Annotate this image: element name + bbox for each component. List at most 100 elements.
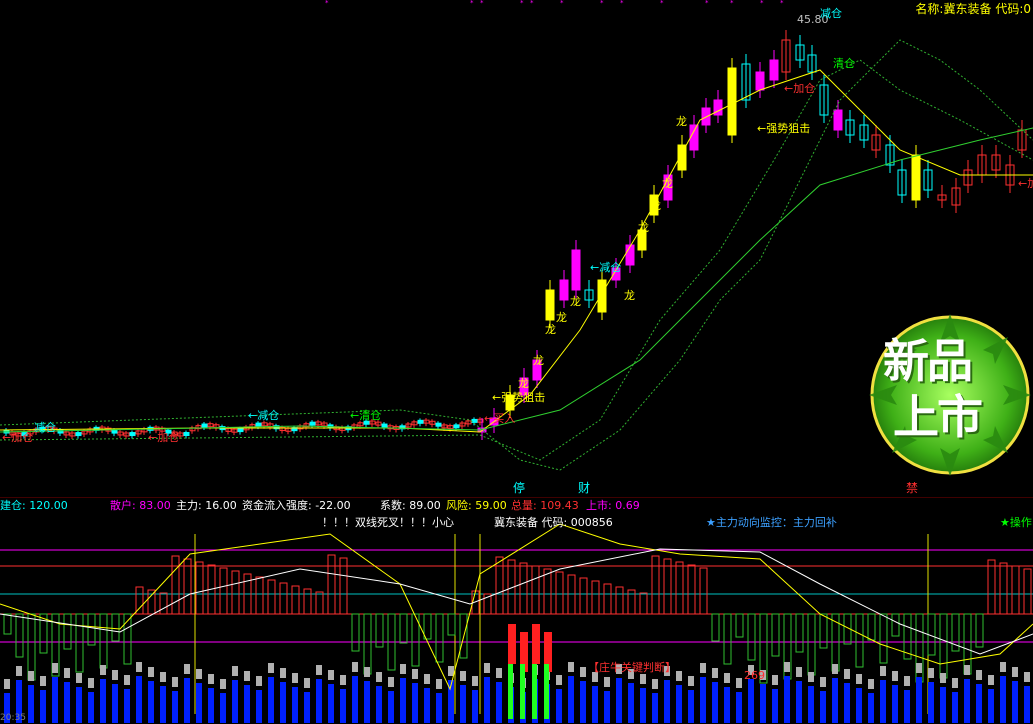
- volume-top-bar: [484, 663, 490, 673]
- green-histogram-bar: [723, 613, 732, 665]
- volume-bar: [412, 683, 418, 723]
- volume-top-bar: [388, 677, 394, 687]
- candle-body: [183, 432, 190, 437]
- volume-bar: [148, 681, 154, 723]
- red-histogram-bar: [195, 561, 204, 615]
- green-histogram-bar: [711, 613, 720, 642]
- volume-bar: [640, 688, 646, 723]
- zongliang-value: 总量: 109.43: [511, 499, 579, 512]
- volume-bar: [844, 683, 850, 723]
- volume-bar: [88, 692, 94, 723]
- volume-bar: [940, 687, 946, 723]
- volume-bar: [184, 678, 190, 723]
- volume-top-bar: [220, 679, 226, 689]
- long-label: 龙: [518, 377, 529, 390]
- volume-top-bar: [280, 668, 286, 678]
- long-label: 龙: [570, 295, 581, 308]
- volume-bar: [688, 690, 694, 723]
- long-label: 龙: [650, 199, 661, 212]
- volume-bar: [160, 686, 166, 723]
- volume-top-bar: [880, 666, 886, 676]
- red-histogram-bar: [531, 565, 540, 615]
- code-label: 代码:: [995, 2, 1024, 16]
- red-histogram-bar: [639, 592, 648, 615]
- volume-bar: [988, 689, 994, 723]
- volume-top-bar: [148, 667, 154, 677]
- sub-value-label: 269: [744, 669, 765, 682]
- volume-bar: [784, 676, 790, 723]
- volume-bar: [376, 686, 382, 723]
- red-histogram-bar: [579, 577, 588, 615]
- volume-bar: [388, 691, 394, 723]
- volume-bar: [880, 680, 886, 723]
- green-histogram-bar: [99, 613, 108, 669]
- annotation-jiacang-right: ←加仓: [1018, 177, 1033, 190]
- name-label: 名称:: [915, 2, 944, 16]
- volume-top-bar: [784, 662, 790, 672]
- ting-marker: 停: [513, 481, 526, 495]
- red-histogram-bar: [1023, 568, 1032, 615]
- volume-top-bar: [676, 671, 682, 681]
- green-histogram-bar: [747, 613, 756, 661]
- volume-bar: [808, 686, 814, 723]
- volume-top-bar: [124, 675, 130, 685]
- green-histogram-bar: [111, 613, 120, 642]
- green-force-bar: [520, 664, 525, 719]
- volume-top-bar: [136, 662, 142, 672]
- red-histogram-bar: [279, 582, 288, 615]
- volume-bar: [832, 678, 838, 723]
- volume-top-bar: [604, 677, 610, 687]
- green-histogram-bar: [891, 613, 900, 637]
- indicator-subchart[interactable]: [0, 514, 1033, 723]
- annotation-qingcang-top: 清仓: [833, 57, 855, 70]
- volume-top-bar: [292, 673, 298, 683]
- volume-top-bar: [364, 667, 370, 677]
- volume-top-bar: [472, 676, 478, 686]
- green-histogram-bar: [807, 613, 816, 676]
- red-histogram-bar: [615, 586, 624, 615]
- candle-body: [597, 279, 607, 313]
- annotation-qingcang-left: ←清仓: [350, 409, 382, 422]
- volume-bar: [244, 685, 250, 723]
- volume-bar: [568, 676, 574, 723]
- red-histogram-bar: [135, 586, 144, 615]
- red-histogram-bar: [267, 579, 276, 615]
- volume-bar: [352, 676, 358, 723]
- long-label: 龙: [624, 289, 635, 302]
- volume-bar: [124, 689, 130, 723]
- red-histogram-bar: [519, 562, 528, 615]
- volume-bar: [964, 679, 970, 723]
- annotation-maijin: ←买入: [484, 412, 516, 425]
- volume-top-bar: [856, 674, 862, 684]
- long-label: 龙: [676, 115, 687, 128]
- xishu-value: 系数: 89.00: [380, 499, 441, 512]
- annotation-jiancang-left: ←减仓: [248, 409, 280, 422]
- volume-top-bar: [724, 673, 730, 683]
- candle-body: [755, 71, 765, 91]
- volume-bar: [556, 689, 562, 723]
- candle-body: [129, 432, 136, 437]
- volume-bar: [280, 682, 286, 723]
- volume-bar: [292, 687, 298, 723]
- volume-top-bar: [580, 667, 586, 677]
- volume-bar: [220, 693, 226, 723]
- volume-top-bar: [316, 665, 322, 675]
- volume-top-bar: [568, 662, 574, 672]
- volume-top-bar: [892, 671, 898, 681]
- candle-body: [471, 418, 478, 423]
- green-histogram-bar: [939, 613, 948, 679]
- volume-bar: [868, 693, 874, 723]
- volume-top-bar: [940, 673, 946, 683]
- indicator-info-bar: 建仓: 120.00 散户: 83.00 主力: 16.00 资金流入强度: -…: [0, 497, 1033, 514]
- red-histogram-bar: [675, 561, 684, 615]
- volume-bar: [928, 682, 934, 723]
- shangshi-value: 上市: 0.69: [586, 499, 640, 512]
- volume-top-bar: [448, 666, 454, 676]
- volume-bar: [748, 679, 754, 723]
- operation-label: ★操作: [1000, 516, 1032, 529]
- cai-marker: 财: [578, 481, 591, 495]
- volume-bar: [460, 685, 466, 723]
- volume-bar: [952, 692, 958, 723]
- volume-top-bar: [196, 669, 202, 679]
- red-histogram-bar: [231, 570, 240, 615]
